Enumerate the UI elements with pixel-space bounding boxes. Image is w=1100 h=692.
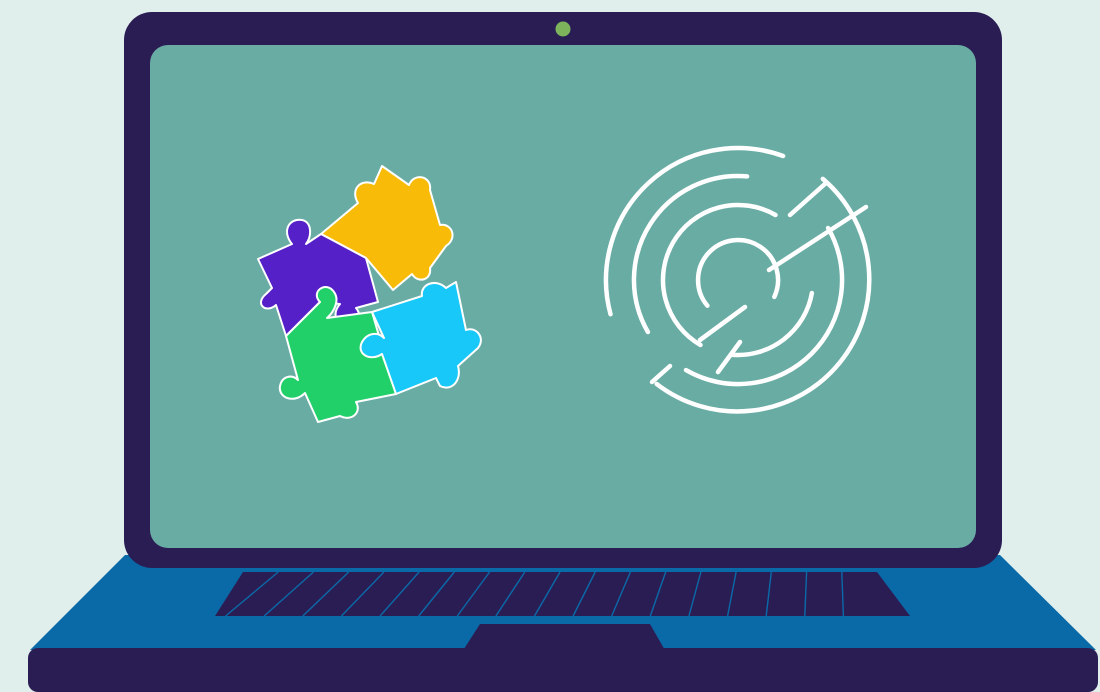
trackpad [462,624,666,652]
webcam-icon [555,21,571,37]
laptop-illustration-svg [0,0,1100,692]
laptop-illustration [0,0,1100,692]
laptop-base-front [28,648,1098,692]
keyboard [215,571,910,617]
